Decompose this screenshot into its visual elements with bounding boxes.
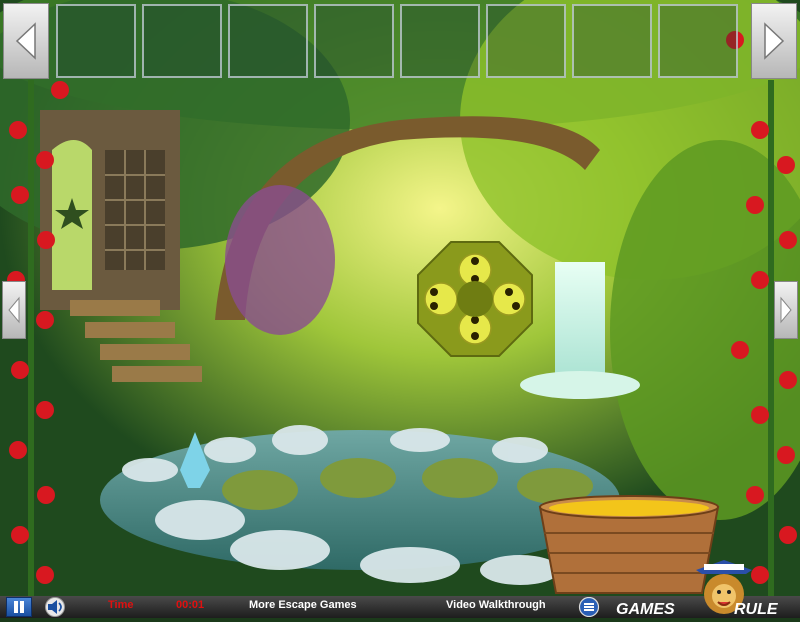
inventory-slot-7[interactable] (572, 4, 652, 78)
bottom-bar: Time 00:01 More Escape Games Video Walkt… (0, 560, 800, 618)
inventory-next-button[interactable] (751, 3, 797, 79)
puzzle-tile-left[interactable] (424, 282, 458, 316)
video-walkthrough-link[interactable]: Video Walkthrough (446, 599, 546, 611)
more-escape-games-link[interactable]: More Escape Games (249, 599, 357, 611)
inventory-slot-1[interactable] (56, 4, 136, 78)
octagon-puzzle[interactable] (416, 240, 534, 358)
pause-icon (14, 601, 24, 613)
pause-button[interactable] (6, 597, 32, 617)
gamesrule-logo[interactable]: GAMES RULE (612, 552, 800, 618)
inventory-slot-4[interactable] (314, 4, 394, 78)
inventory-prev-button[interactable] (3, 3, 49, 79)
logo-rule-text: RULE (734, 601, 778, 618)
menu-button[interactable] (577, 596, 601, 618)
puzzle-tile-right[interactable] (492, 282, 526, 316)
inventory-slot-6[interactable] (486, 4, 566, 78)
inventory-slot-3[interactable] (228, 4, 308, 78)
arrow-right-icon (780, 296, 792, 324)
scene-left-button[interactable] (2, 281, 26, 339)
scene-right-button[interactable] (774, 281, 798, 339)
game-scene (0, 0, 800, 596)
arrow-left-icon (8, 296, 20, 324)
arrow-right-icon (764, 22, 785, 60)
inventory-slot-8[interactable] (658, 4, 738, 78)
puzzle-center (457, 281, 493, 317)
arrow-left-icon (15, 22, 36, 60)
menu-icon (578, 596, 600, 618)
time-value: 00:01 (176, 599, 205, 611)
inventory-slot-2[interactable] (142, 4, 222, 78)
sound-icon (45, 597, 65, 617)
sound-button[interactable] (38, 597, 72, 617)
inventory-slot-5[interactable] (400, 4, 480, 78)
logo-games-text: GAMES (616, 601, 675, 618)
time-label: Time (108, 599, 134, 611)
